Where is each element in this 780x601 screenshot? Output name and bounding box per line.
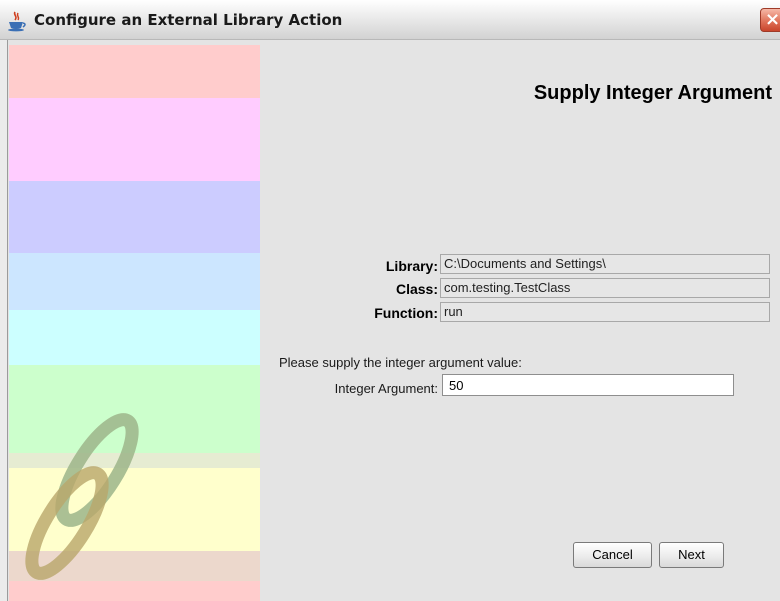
decorative-sidebar xyxy=(9,45,260,601)
title-bar[interactable]: Configure an External Library Action × xyxy=(0,0,780,40)
class-field: com.testing.TestClass xyxy=(440,278,770,298)
window-left-border xyxy=(0,40,8,601)
function-label: Function: xyxy=(374,305,438,321)
class-label: Class: xyxy=(395,281,438,297)
infinity-rings-logo xyxy=(25,413,139,580)
close-button[interactable]: × xyxy=(760,8,780,32)
next-button[interactable]: Next xyxy=(659,542,724,568)
page-heading: Supply Integer Argument xyxy=(533,82,772,104)
integer-argument-label: Integer Argument: xyxy=(334,381,438,396)
java-coffee-cup-icon xyxy=(8,11,26,32)
function-field: run xyxy=(440,302,770,322)
dialog-window: Configure an External Library Action × S… xyxy=(0,0,780,601)
library-field: C:\Documents and Settings\ xyxy=(440,254,770,274)
integer-argument-input[interactable] xyxy=(442,374,734,396)
close-icon: × xyxy=(765,9,780,30)
library-label: Library: xyxy=(385,258,438,274)
window-title: Configure an External Library Action xyxy=(34,11,343,29)
instruction-text: Please supply the integer argument value… xyxy=(279,355,522,370)
cancel-button[interactable]: Cancel xyxy=(573,542,652,568)
